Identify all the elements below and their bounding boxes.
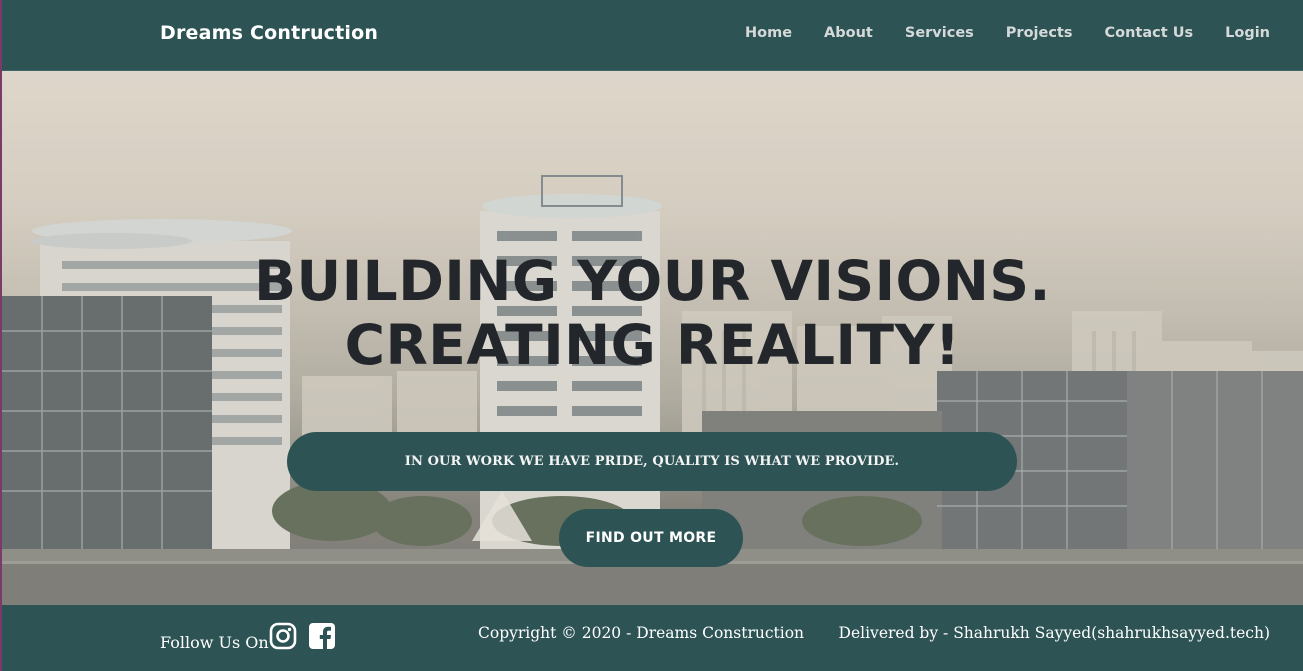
instagram-icon[interactable] xyxy=(269,622,297,650)
hero-section: BUILDING YOUR VISIONS. CREATING REALITY!… xyxy=(2,71,1303,605)
headline-line-2: CREATING REALITY! xyxy=(344,313,961,377)
window-left-border xyxy=(0,0,2,671)
nav-contact-link[interactable]: Contact Us xyxy=(1105,25,1194,41)
top-navbar: Dreams Contruction Home About Services P… xyxy=(2,0,1303,71)
nav-services-link[interactable]: Services xyxy=(905,25,974,41)
hero-headline: BUILDING YOUR VISIONS. CREATING REALITY! xyxy=(2,249,1303,377)
facebook-icon[interactable] xyxy=(308,622,336,650)
tagline-text: IN OUR WORK WE HAVE PRIDE, QUALITY IS WH… xyxy=(404,454,900,469)
headline-line-1: BUILDING YOUR VISIONS. xyxy=(254,249,1051,313)
tagline-banner: IN OUR WORK WE HAVE PRIDE, QUALITY IS WH… xyxy=(287,432,1017,491)
delivered-by-link[interactable]: Delivered by - Shahrukh Sayyed(shahrukhs… xyxy=(839,624,1270,642)
nav-about-link[interactable]: About xyxy=(824,25,873,41)
nav-links: Home About Services Projects Contact Us … xyxy=(713,25,1270,41)
footer: Follow Us On Copyright © 2020 - Dreams C… xyxy=(2,605,1303,671)
copyright-text: Copyright © 2020 - Dreams Construction xyxy=(478,624,805,642)
nav-home-link[interactable]: Home xyxy=(745,25,792,41)
brand-logo-text[interactable]: Dreams Contruction xyxy=(160,22,378,44)
find-out-more-button[interactable]: FIND OUT MORE xyxy=(559,509,743,567)
find-out-more-label: FIND OUT MORE xyxy=(585,530,717,546)
nav-projects-link[interactable]: Projects xyxy=(1006,25,1073,41)
follow-us-label: Follow Us On xyxy=(160,633,269,652)
nav-login-link[interactable]: Login xyxy=(1225,25,1270,41)
